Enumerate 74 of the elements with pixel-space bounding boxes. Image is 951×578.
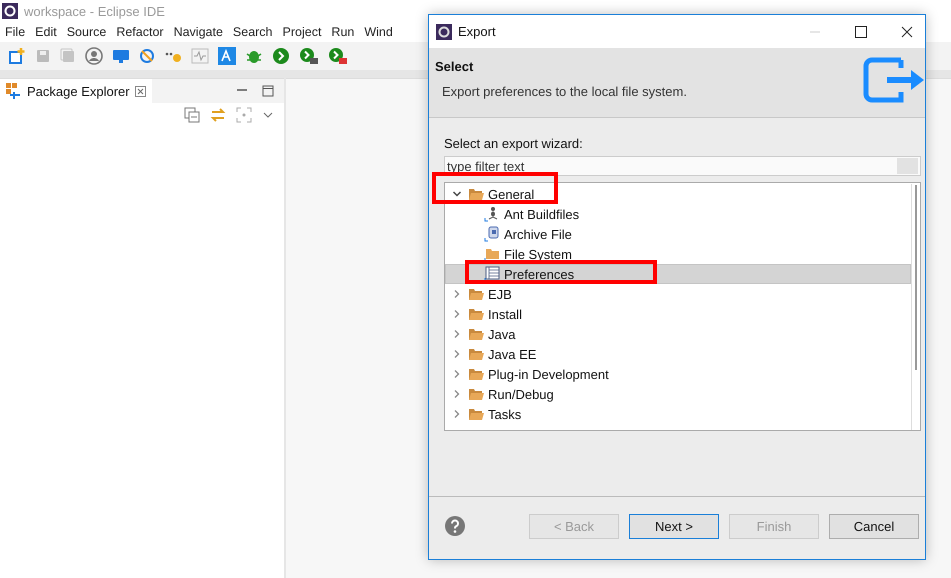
menu-item[interactable]: Navigate [168,25,228,39]
maximize-icon[interactable] [262,85,274,97]
run-icon[interactable] [272,47,290,65]
tree-item[interactable]: File System [445,244,911,264]
tree-item[interactable]: Tasks [445,404,911,424]
page-description: Export preferences to the local file system. [441,84,687,99]
tree-label: Java [488,326,516,342]
tree-label: Tasks [488,406,522,422]
dialog-title: Export [458,24,496,39]
user-icon[interactable] [85,47,103,65]
tree-item[interactable]: Preferences [445,264,911,284]
tree-label: Ant Buildfiles [504,206,580,222]
tree-item[interactable]: Install [445,304,911,324]
tree-item[interactable]: Archive File [445,224,911,244]
scrollbar[interactable] [911,184,920,430]
tree-item[interactable]: Run/Debug [445,384,911,404]
tree-label: Run/Debug [488,386,554,402]
menu-item[interactable]: Project [278,25,326,39]
waveform-icon[interactable] [191,48,209,64]
folder-icon [468,387,484,401]
text-size-icon[interactable] [218,47,236,65]
folder-icon [468,407,484,421]
link-arrows-icon[interactable] [210,107,226,123]
folder-icon [468,347,484,361]
folder-icon [468,327,484,341]
folder-icon [468,287,484,301]
tree-label: Plug-in Development [488,366,609,382]
folder-icon [468,187,484,201]
tree-label: Preferences [504,266,574,282]
tree-label: Install [488,306,522,322]
menu-item[interactable]: Search [228,25,278,39]
monitor-icon[interactable] [112,48,130,64]
tree-item[interactable]: Java [445,324,911,344]
view-title: Package Explorer [27,84,130,98]
run-tools-icon[interactable] [328,47,348,65]
menu-item[interactable]: Refactor [111,25,169,39]
ant-icon [484,206,500,222]
menu-item[interactable]: Wind [359,25,398,39]
folder-icon [468,367,484,381]
tree-item[interactable]: General [445,184,911,204]
chevron-down-icon[interactable] [452,189,462,199]
export-arrow-icon [863,57,925,103]
focus-icon[interactable] [236,107,252,123]
tree-item[interactable]: Ant Buildfiles [445,204,911,224]
package-icon [6,83,22,99]
close-icon[interactable] [901,26,913,38]
eclipse-logo-icon [436,24,452,40]
folder-icon [468,307,484,321]
tree-label: EJB [488,286,512,302]
crossed-circle-icon[interactable] [139,48,155,64]
page-title: Select [435,59,474,74]
run-config-icon[interactable] [299,47,319,65]
tree-item[interactable]: EJB [445,284,911,304]
window-title: workspace - Eclipse IDE [24,4,165,18]
maximize-icon[interactable] [855,26,867,38]
menu-item[interactable]: Edit [30,25,62,39]
menu-item[interactable]: Source [62,25,112,39]
collapse-all-icon[interactable] [184,107,200,123]
tree-label: File System [504,246,572,262]
tree-label: General [488,186,534,202]
menu-item[interactable]: Run [326,25,360,39]
tree-label: Archive File [504,226,572,242]
tree-item[interactable]: Java EE [445,344,911,364]
menu-item[interactable]: File [0,25,30,39]
wizard-label: Select an export wizard: [444,136,584,151]
list-window-icon [484,266,500,282]
help-icon[interactable] [445,516,465,536]
tree-item[interactable]: Plug-in Development [445,364,911,384]
dialog-button[interactable]: Next > [629,514,719,538]
folder-icon [484,246,500,262]
view-tab[interactable]: Package Explorer [0,79,152,103]
archive-file-icon [484,226,500,242]
dialog-button[interactable]: Cancel [829,514,919,538]
tree-label: Java EE [488,346,536,362]
